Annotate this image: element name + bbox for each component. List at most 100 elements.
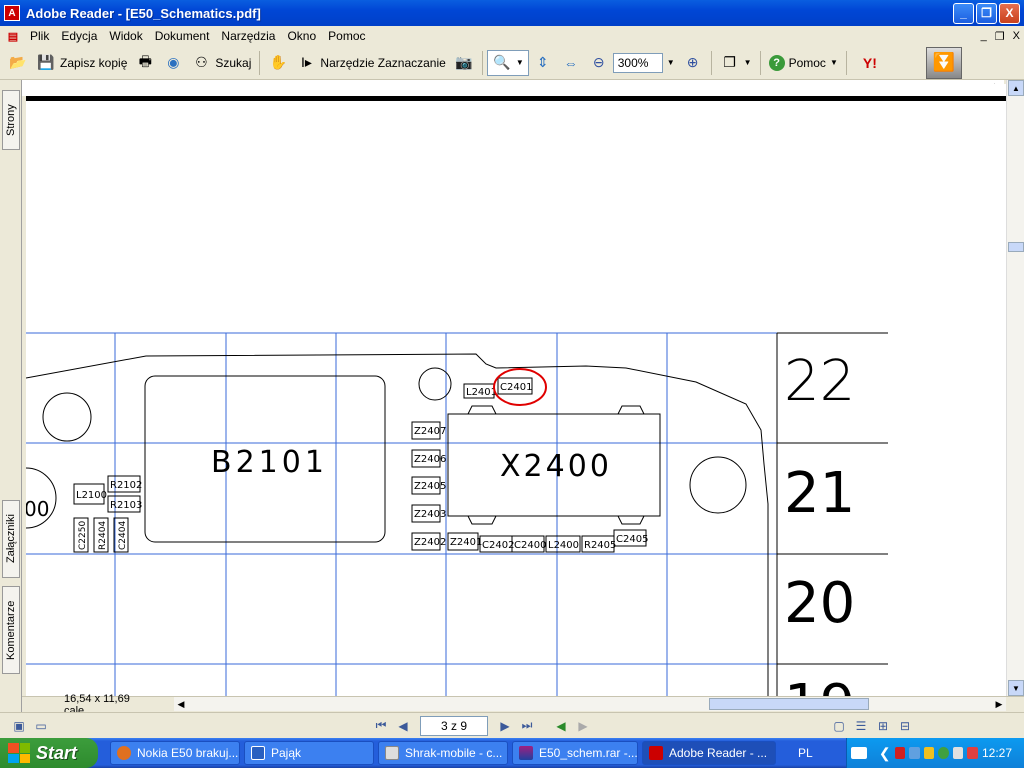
zoom-in-button[interactable]: ⊕: [679, 50, 707, 76]
pages-rotate-icon: ❐: [723, 54, 736, 70]
taskbar-item-adobe-reader[interactable]: Adobe Reader - ...: [642, 741, 776, 765]
search-button[interactable]: ⚇ Szukaj: [187, 50, 255, 76]
select-tool-button[interactable]: I▸ Narzędzie Zaznaczanie: [292, 50, 449, 76]
continuous-facing-layout-icon[interactable]: ⊟: [894, 716, 916, 736]
chevron-down-icon: ▼: [666, 58, 675, 67]
menu-help[interactable]: Pomoc: [322, 29, 371, 43]
forward-view-button[interactable]: ▶: [572, 716, 594, 736]
taskbar-item-label: Shrak-mobile - c...: [405, 746, 503, 760]
toolbar: 📂 💾 Zapisz kopię 🖶 ◉ ⚇ Szukaj ✋ I▸ Narzę…: [0, 46, 1024, 80]
z2402-label: Z2402: [414, 537, 446, 548]
menu-view[interactable]: Widok: [103, 29, 148, 43]
l2100-label: L2100: [76, 490, 107, 501]
doc-restore-button[interactable]: ❐: [995, 30, 1005, 43]
start-button[interactable]: Start: [0, 738, 98, 768]
taskbar-item-winrar[interactable]: E50_schem.rar -...: [512, 741, 638, 765]
shield-icon[interactable]: [967, 747, 978, 759]
chevrons-down-icon[interactable]: ⏬: [926, 46, 962, 79]
start-label: Start: [36, 742, 78, 763]
yahoo-icon: Y!: [862, 54, 877, 71]
z2405-label: Z2405: [414, 481, 446, 492]
minus-circle-icon: ⊖: [592, 54, 605, 70]
fit-page-icon: ⇕: [536, 54, 549, 70]
first-page-button[interactable]: ⏮: [370, 716, 392, 736]
tray-app-icon[interactable]: [923, 747, 935, 759]
taskbar-item-label: Nokia E50 brakuj...: [137, 746, 239, 760]
rotate-view-button[interactable]: ❐ ▼: [716, 50, 756, 76]
tray-app-icon[interactable]: [952, 747, 964, 759]
scroll-right-button[interactable]: ▶: [992, 697, 1006, 711]
help-label: Pomoc: [788, 55, 826, 70]
menu-tools[interactable]: Narzędzia: [215, 29, 281, 43]
zoom-out-button[interactable]: ⊖: [585, 50, 613, 76]
chevron-left-icon[interactable]: ❮: [879, 745, 891, 762]
c2250-label: C2250: [78, 521, 88, 550]
winrar-icon: [519, 746, 533, 760]
clock: 12:27: [981, 746, 1012, 760]
facing-layout-icon[interactable]: ⊞: [872, 716, 894, 736]
scroll-up-button[interactable]: ▲: [1008, 80, 1024, 96]
l2401-label: L2401: [466, 387, 497, 398]
network-icon[interactable]: [909, 747, 920, 759]
doc-close-button[interactable]: X: [1013, 30, 1020, 43]
previous-page-button[interactable]: ◀: [392, 716, 414, 736]
taskbar-item-spider[interactable]: Pająk: [244, 741, 374, 765]
language-indicator[interactable]: PL: [798, 746, 813, 760]
last-page-button[interactable]: ⏭: [516, 716, 538, 736]
title-bar: A Adobe Reader - [E50_Schematics.pdf] _ …: [0, 0, 1024, 26]
vertical-scroll-thumb[interactable]: [1008, 242, 1024, 252]
tab-comments[interactable]: Komentarze: [2, 586, 20, 674]
window-title: Adobe Reader - [E50_Schematics.pdf]: [26, 5, 261, 21]
yahoo-search-button[interactable]: Y!: [851, 50, 889, 76]
tray-app-icon[interactable]: [894, 747, 906, 759]
horizontal-scroll-thumb[interactable]: [709, 698, 869, 710]
zoom-dropdown[interactable]: ▼: [663, 50, 679, 76]
doc-minimize-button[interactable]: _: [981, 30, 987, 43]
tab-attachments[interactable]: Załączniki: [2, 500, 20, 578]
menu-window[interactable]: Okno: [281, 29, 322, 43]
adobe-reader-icon: [649, 746, 663, 760]
vertical-scrollbar[interactable]: ▲ ▼: [1006, 80, 1024, 696]
keyboard-icon[interactable]: [851, 747, 867, 759]
page-navigation-bar: ▣ ▭ ⏮ ◀ 3 z 9 ▶ ⏭ ◀ ▶ ▢ ☰ ⊞ ⊟: [0, 712, 1024, 738]
help-button[interactable]: ? Pomoc ▼: [765, 50, 842, 76]
back-view-button[interactable]: ◀: [550, 716, 572, 736]
page-number-input[interactable]: 3 z 9: [420, 715, 488, 736]
fit-page-button[interactable]: ⇕: [529, 50, 557, 76]
c2405-label: C2405: [616, 534, 648, 545]
tab-pages[interactable]: Strony: [2, 90, 20, 150]
print-button[interactable]: 🖶: [131, 50, 159, 76]
single-page-layout-icon[interactable]: ▢: [828, 716, 850, 736]
windows-taskbar: Start Nokia E50 brakuj... Pająk Shrak-mo…: [0, 738, 1024, 768]
taskbar-item-shrak[interactable]: Shrak-mobile - c...: [378, 741, 508, 765]
email-button[interactable]: ◉: [159, 50, 187, 76]
maximize-button[interactable]: ❐: [976, 2, 997, 24]
menu-edit[interactable]: Edycja: [55, 29, 103, 43]
open-button[interactable]: 📂: [4, 50, 32, 76]
floppy-icon: 💾: [37, 54, 55, 70]
document-icon[interactable]: ▤: [6, 29, 20, 43]
grid: [26, 332, 888, 696]
menu-document[interactable]: Dokument: [149, 29, 216, 43]
c2402-label: C2402: [482, 540, 514, 551]
continuous-layout-icon[interactable]: ☰: [850, 716, 872, 736]
tray-app-icon[interactable]: [938, 747, 949, 759]
hand-tool-button[interactable]: ✋: [264, 50, 292, 76]
c2400-label: C2400: [514, 540, 546, 551]
single-page-view-icon[interactable]: ▣: [8, 716, 30, 736]
fit-width-button[interactable]: ⇔: [557, 50, 585, 76]
zoom-input[interactable]: 300%: [612, 52, 663, 73]
scroll-left-button[interactable]: ◀: [174, 697, 188, 711]
zoom-tool-button[interactable]: 🔍 ▼: [486, 49, 529, 76]
save-copy-button[interactable]: 💾 Zapisz kopię: [32, 50, 131, 76]
document-view[interactable]: 22 21 20 19 00 B2101 X2400 L2401 C2401: [26, 84, 1006, 696]
snapshot-button[interactable]: 📷: [450, 50, 478, 76]
scroll-down-button[interactable]: ▼: [1008, 680, 1024, 696]
horizontal-scrollbar[interactable]: ◀ ▶: [174, 697, 1006, 711]
menu-file[interactable]: Plik: [24, 29, 55, 43]
close-button[interactable]: X: [999, 2, 1020, 24]
minimize-button[interactable]: _: [953, 2, 974, 24]
next-page-button[interactable]: ▶: [494, 716, 516, 736]
continuous-view-icon[interactable]: ▭: [30, 716, 52, 736]
taskbar-item-firefox[interactable]: Nokia E50 brakuj...: [110, 741, 240, 765]
